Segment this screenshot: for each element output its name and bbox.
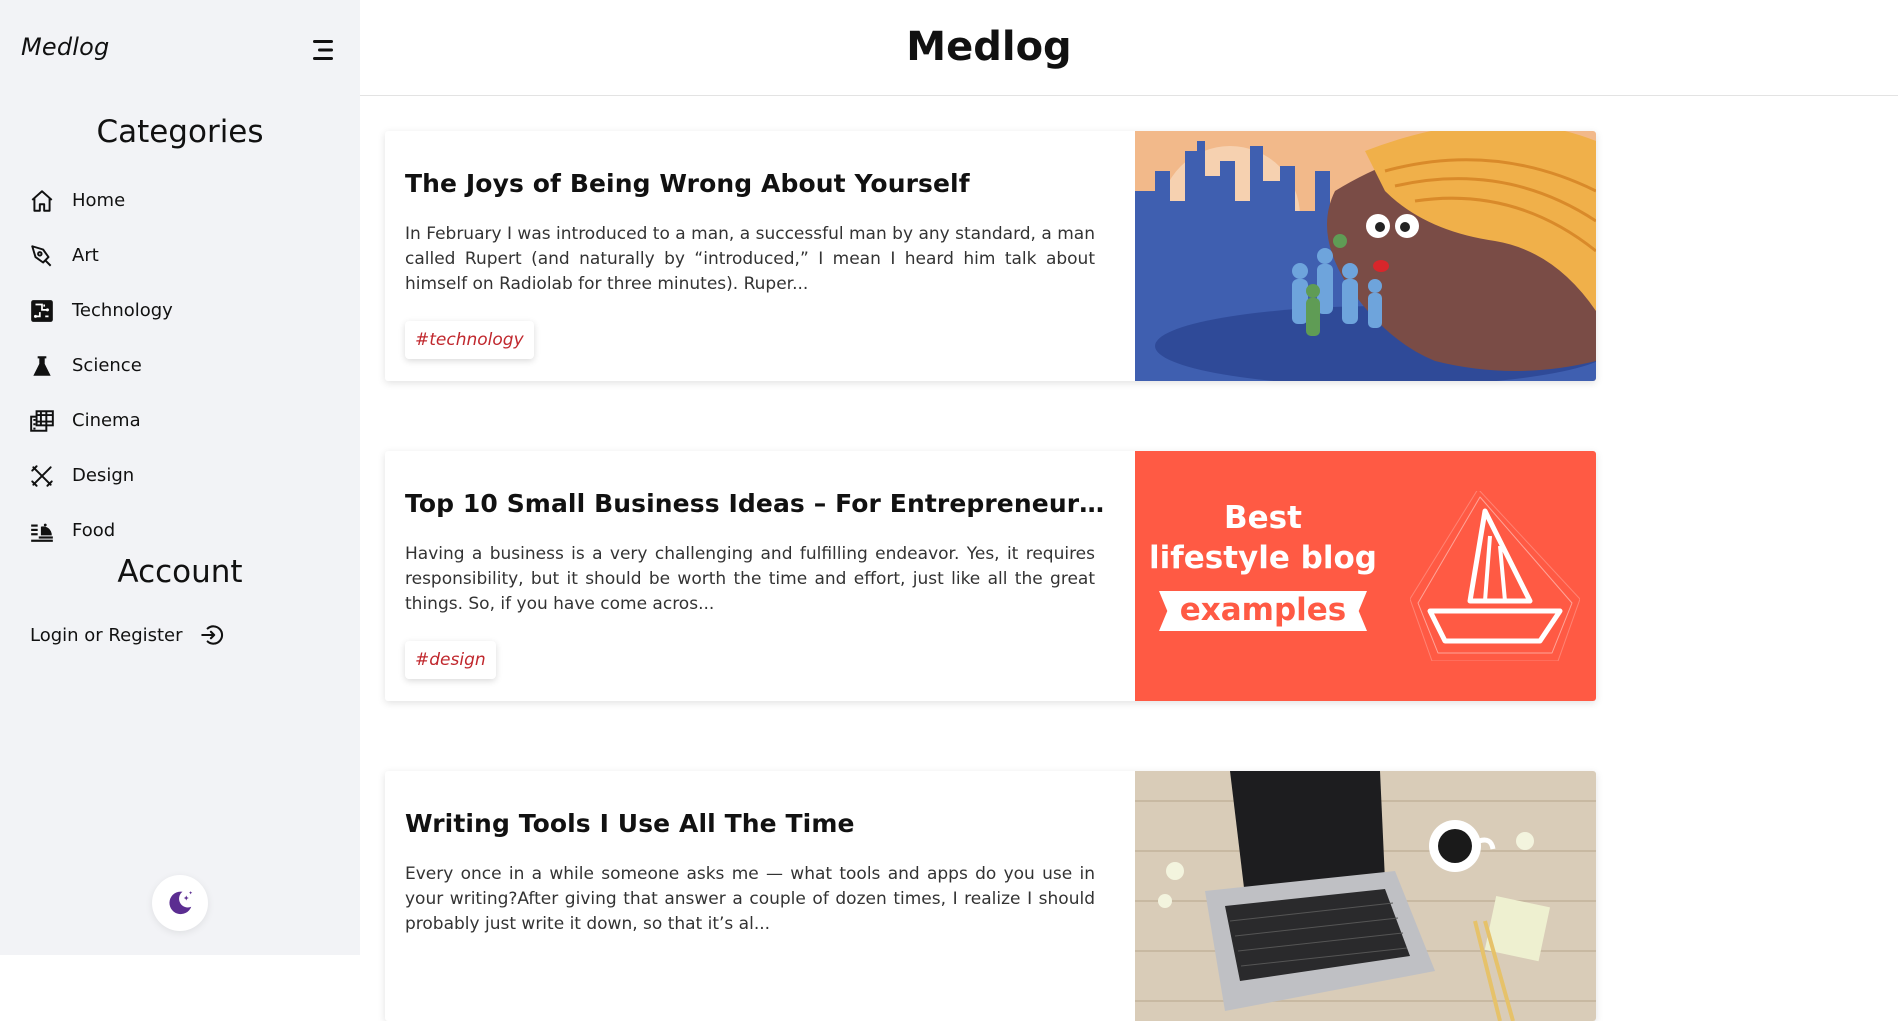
- sidebar-item-label: Science: [72, 355, 142, 376]
- design-tools-icon: [28, 462, 56, 490]
- thumbnail-heading-line: Best: [1224, 500, 1302, 536]
- thumbnail-heading-line: lifestyle blog: [1149, 540, 1377, 576]
- post-tag[interactable]: #technology: [405, 321, 534, 359]
- circuit-board-icon: [28, 297, 56, 325]
- pen-tool-icon: [28, 242, 56, 270]
- post-title[interactable]: Top 10 Small Business Ideas – For Entrep…: [405, 489, 1105, 518]
- sidebar-item-label: Cinema: [72, 410, 141, 431]
- post-title[interactable]: Writing Tools I Use All The Time: [405, 809, 1105, 838]
- sidebar-item-technology[interactable]: Technology: [28, 283, 173, 338]
- categories-heading: Categories: [96, 114, 264, 150]
- post-excerpt: Every once in a while someone asks me — …: [405, 864, 1095, 934]
- illustration-city-creature: [1135, 131, 1596, 381]
- post-card[interactable]: Writing Tools I Use All The Time Every o…: [385, 771, 1596, 1021]
- post-title[interactable]: The Joys of Being Wrong About Yourself: [405, 169, 1105, 198]
- sidebar: Medlog Categories Home Art Technology Sc…: [0, 0, 360, 955]
- post-card[interactable]: The Joys of Being Wrong About Yourself I…: [385, 131, 1596, 381]
- post-excerpt: Having a business is a very challenging …: [405, 544, 1095, 614]
- sidebar-item-food[interactable]: Food: [28, 503, 173, 558]
- post-tag[interactable]: #design: [405, 641, 496, 679]
- menu-toggle-button[interactable]: [311, 38, 339, 62]
- sidebar-item-label: Home: [72, 190, 126, 211]
- film-icon: [28, 407, 56, 435]
- categories-list: Home Art Technology Science Cinema Desig…: [28, 173, 173, 558]
- sidebar-item-cinema[interactable]: Cinema: [28, 393, 173, 448]
- sidebar-item-art[interactable]: Art: [28, 228, 173, 283]
- post-thumbnail[interactable]: Best lifestyle blog examples: [1135, 451, 1596, 701]
- sailboat-icon: [1410, 491, 1580, 661]
- post-card[interactable]: Top 10 Small Business Ideas – For Entrep…: [385, 451, 1596, 701]
- hamburger-menu-icon: [313, 40, 333, 60]
- sidebar-item-label: Art: [72, 245, 99, 266]
- login-arrow-icon: [199, 622, 225, 648]
- laptop-desk-photo: [1135, 771, 1596, 1021]
- account-heading: Account: [117, 554, 243, 590]
- sidebar-brand[interactable]: Medlog: [21, 33, 110, 61]
- top-header: Medlog: [360, 0, 1898, 96]
- sidebar-item-label: Technology: [72, 300, 173, 321]
- sidebar-item-label: Food: [72, 520, 116, 541]
- post-thumbnail[interactable]: [1135, 131, 1596, 381]
- flask-icon: [28, 352, 56, 380]
- sidebar-item-design[interactable]: Design: [28, 448, 173, 503]
- sidebar-item-science[interactable]: Science: [28, 338, 173, 393]
- home-icon: [28, 187, 56, 215]
- sidebar-item-home[interactable]: Home: [28, 173, 173, 228]
- food-cloche-icon: [28, 517, 56, 545]
- login-label: Login or Register: [30, 624, 183, 646]
- post-excerpt: In February I was introduced to a man, a…: [405, 224, 1095, 294]
- dark-mode-toggle[interactable]: [152, 875, 208, 931]
- sidebar-item-label: Design: [72, 465, 135, 486]
- page-title[interactable]: Medlog: [360, 24, 1618, 70]
- login-register-link[interactable]: Login or Register: [30, 622, 225, 648]
- moon-stars-icon: [169, 891, 193, 915]
- thumbnail-banner-text: examples: [1179, 592, 1347, 628]
- post-thumbnail[interactable]: [1135, 771, 1596, 1021]
